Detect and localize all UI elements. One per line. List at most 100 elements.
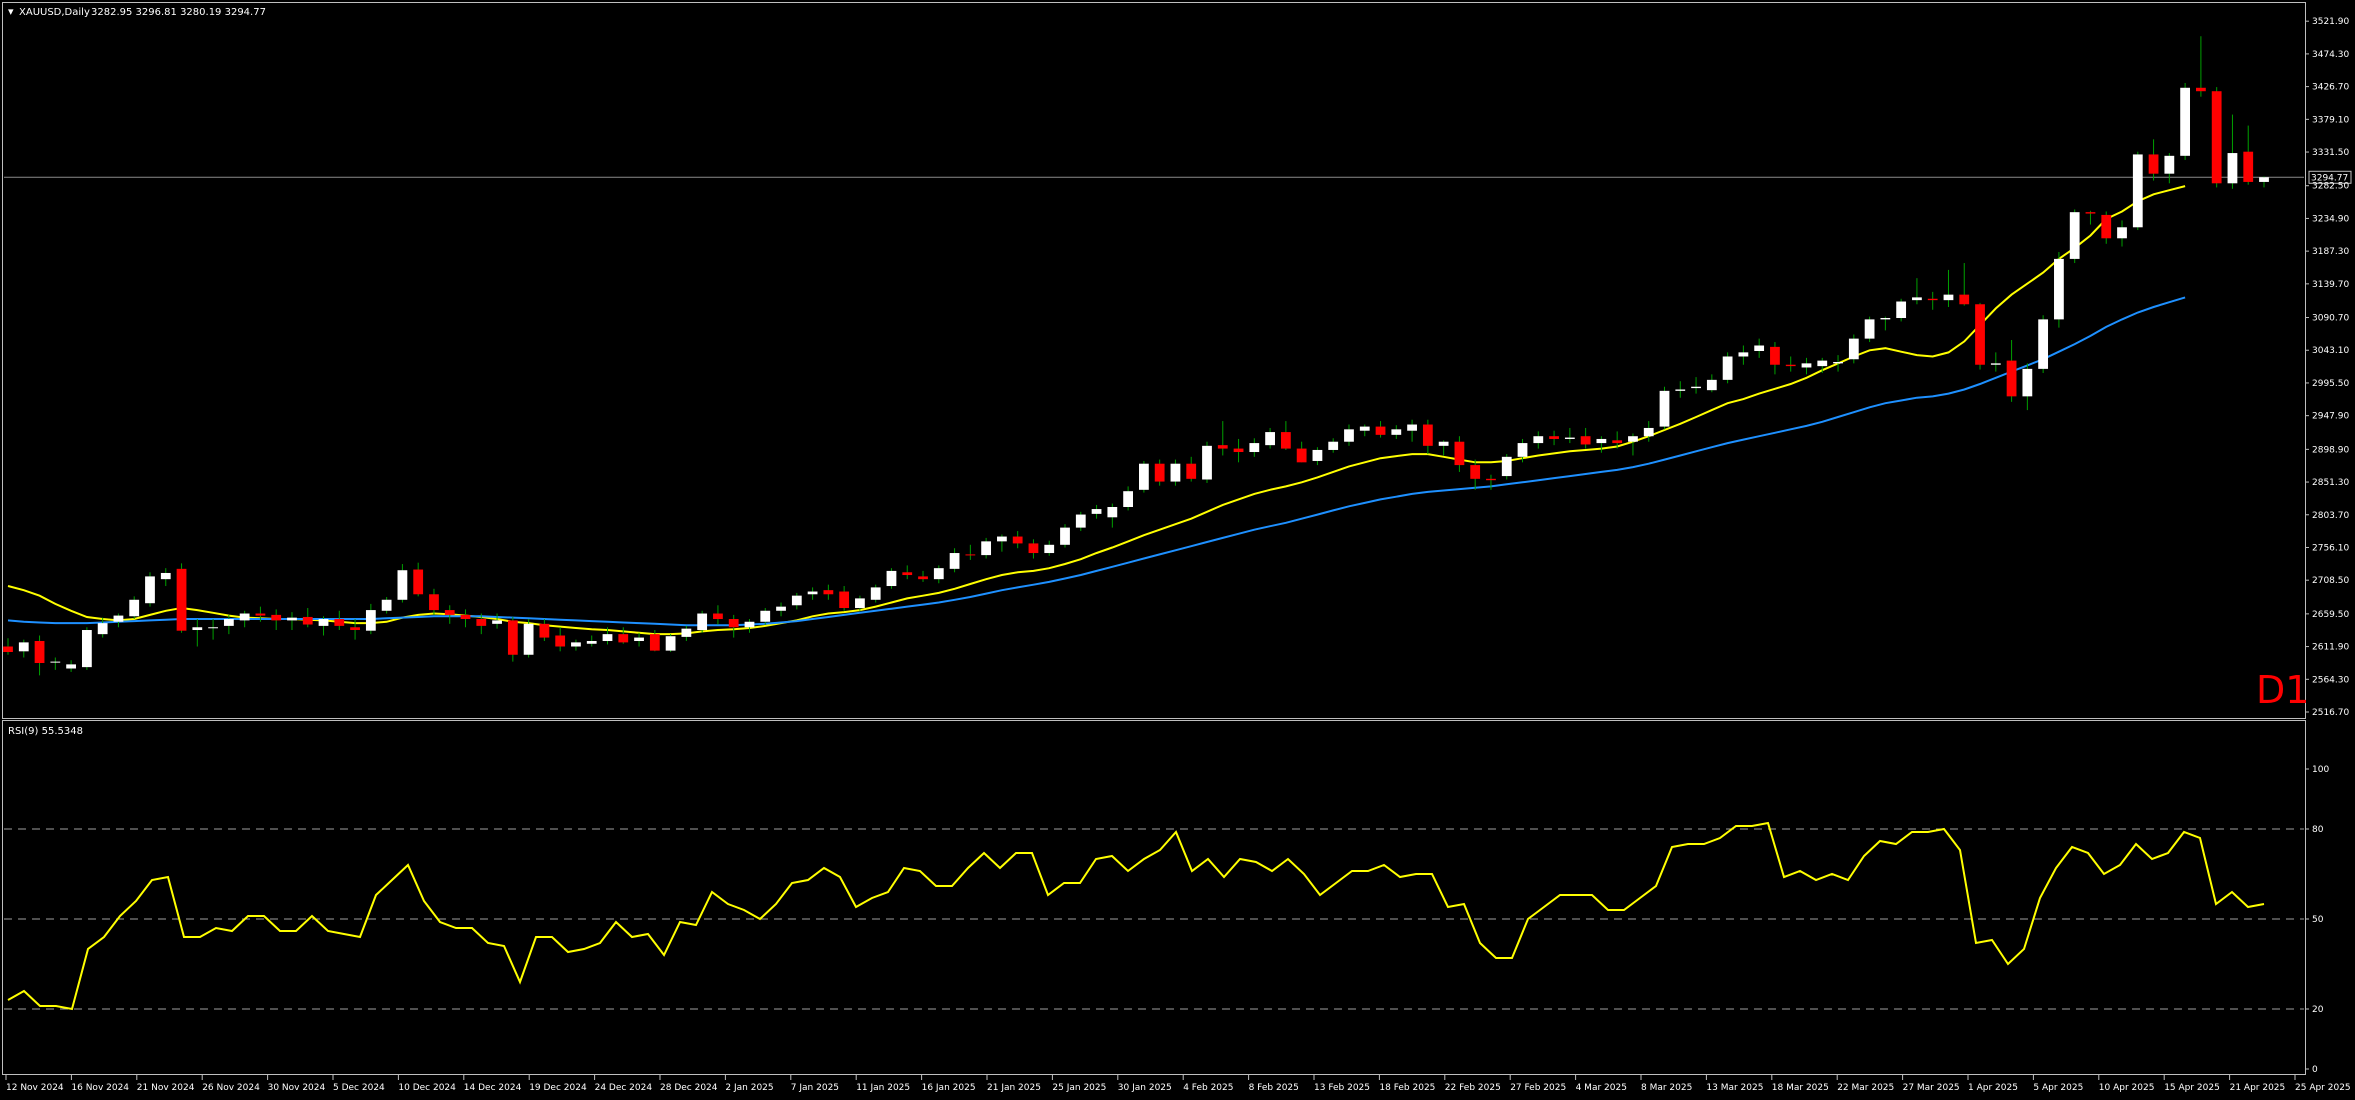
bear-candle-body — [539, 623, 550, 638]
price-axis-label: 3474.30 — [2312, 50, 2349, 60]
time-axis-label: 7 Jan 2025 — [791, 1083, 839, 1093]
bull-candle-body — [791, 595, 802, 606]
time-axis-label: 5 Dec 2024 — [333, 1083, 385, 1093]
bear-candle-body — [2148, 154, 2159, 174]
bear-candle-body — [728, 619, 739, 628]
price-axis-label: 3139.70 — [2312, 280, 2349, 290]
bull-candle-body — [1328, 441, 1339, 450]
time-axis-label: 10 Dec 2024 — [398, 1083, 456, 1093]
bear-candle-body — [1233, 448, 1244, 453]
price-axis-label: 2898.90 — [2312, 445, 2349, 455]
rsi-axis-label: 100 — [2312, 765, 2329, 775]
bull-candle-body — [145, 576, 155, 604]
price-axis-label: 3331.50 — [2312, 148, 2349, 158]
price-axis-label: 2851.30 — [2312, 478, 2349, 488]
bear-candle-body — [1454, 441, 1465, 466]
timeframe-badge: D1 — [2256, 668, 2309, 712]
bull-candle-body — [2164, 155, 2175, 174]
bull-candle-body — [1643, 427, 1654, 437]
bull-candle-body — [1501, 456, 1512, 477]
price-axis-label: 3379.10 — [2312, 115, 2349, 125]
time-axis-label: 4 Feb 2025 — [1183, 1083, 1233, 1093]
bull-candle-body — [1596, 438, 1607, 444]
bull-candle-body — [1912, 297, 1922, 301]
bull-candle-body — [397, 570, 408, 600]
price-axis-label: 3521.90 — [2312, 17, 2349, 27]
bull-candle-body — [665, 636, 676, 651]
bull-candle-body — [50, 661, 61, 663]
bull-candle-body — [18, 642, 29, 652]
bull-candle-body — [807, 591, 818, 595]
bull-candle-body — [586, 641, 597, 644]
bear-candle-body — [2196, 87, 2206, 92]
bull-candle-body — [571, 642, 581, 647]
candle — [2054, 252, 2064, 328]
candle — [1138, 460, 1149, 493]
bull-candle-body — [2054, 258, 2064, 320]
bear-candle-body — [34, 641, 45, 663]
time-axis-label: 2 Jan 2025 — [725, 1083, 773, 1093]
candle — [1848, 334, 1859, 364]
bear-candle-body — [507, 620, 518, 655]
bull-candle-body — [2069, 212, 2080, 259]
bull-candle-body — [1801, 363, 1812, 368]
bull-candle-body — [318, 619, 329, 626]
bull-candle-body — [66, 664, 76, 669]
bull-candle-body — [523, 623, 534, 655]
bear-candle-body — [2006, 360, 2017, 397]
bear-candle-body — [350, 627, 360, 631]
price-axis-label: 2564.30 — [2312, 675, 2349, 685]
bear-candle-body — [618, 634, 629, 643]
candle — [886, 568, 897, 589]
bear-candle-body — [176, 568, 187, 631]
price-axis-label: 3187.30 — [2312, 247, 2349, 257]
bull-candle-body — [2022, 368, 2033, 397]
bull-candle-body — [1691, 386, 1701, 389]
candle — [2038, 315, 2049, 373]
bull-candle-body — [1706, 379, 1717, 391]
candle — [1722, 352, 1733, 384]
time-axis-label: 13 Feb 2025 — [1314, 1083, 1370, 1093]
price-axis-label: 2516.70 — [2312, 708, 2349, 718]
bull-candle-body — [1344, 429, 1354, 442]
bull-candle-body — [1880, 318, 1891, 320]
candle — [1659, 386, 1670, 430]
time-axis-label: 1 Apr 2025 — [1968, 1083, 2018, 1093]
bull-candle-body — [2180, 87, 2191, 156]
bull-candle-body — [1722, 356, 1733, 380]
bull-candle-body — [681, 628, 692, 637]
bull-candle-body — [1864, 319, 1875, 339]
bull-candle-body — [160, 572, 171, 580]
bull-candle-body — [1438, 441, 1449, 446]
candle — [1501, 454, 1512, 480]
candle — [2211, 87, 2222, 188]
bull-candle-body — [1312, 449, 1323, 461]
candle — [81, 627, 92, 670]
bear-candle-body — [444, 610, 455, 615]
bull-candle-body — [365, 610, 376, 631]
bull-candle-body — [287, 617, 297, 621]
trading-chart[interactable]: ▾ XAUUSD,Daily 3282.95 3296.81 3280.19 3… — [0, 0, 2355, 1100]
time-axis-label: 22 Feb 2025 — [1445, 1083, 1501, 1093]
bear-candle-body — [1927, 298, 1938, 301]
bull-candle-body — [1060, 527, 1070, 545]
bull-candle-body — [2132, 154, 2143, 228]
bear-candle-body — [1154, 463, 1165, 482]
time-axis-label: 8 Feb 2025 — [1249, 1083, 1299, 1093]
bear-candle-body — [555, 635, 566, 647]
price-axis-label: 2659.50 — [2312, 610, 2349, 620]
time-axis-label: 16 Jan 2025 — [922, 1083, 976, 1093]
candle — [1202, 441, 1212, 483]
bear-candle-body — [965, 554, 976, 556]
bull-candle-body — [855, 598, 865, 609]
bear-candle-body — [1785, 364, 1796, 367]
time-axis-label: 5 Apr 2025 — [2033, 1083, 2083, 1093]
time-axis-label: 21 Apr 2025 — [2230, 1083, 2286, 1093]
time-axis-label: 21 Jan 2025 — [987, 1083, 1041, 1093]
bear-candle-body — [1280, 432, 1291, 449]
bear-candle-body — [1549, 436, 1559, 439]
symbol-dropdown-icon[interactable]: ▾ — [8, 5, 14, 18]
bear-candle-body — [839, 591, 850, 609]
bull-candle-body — [97, 623, 108, 635]
candle — [1060, 524, 1070, 548]
